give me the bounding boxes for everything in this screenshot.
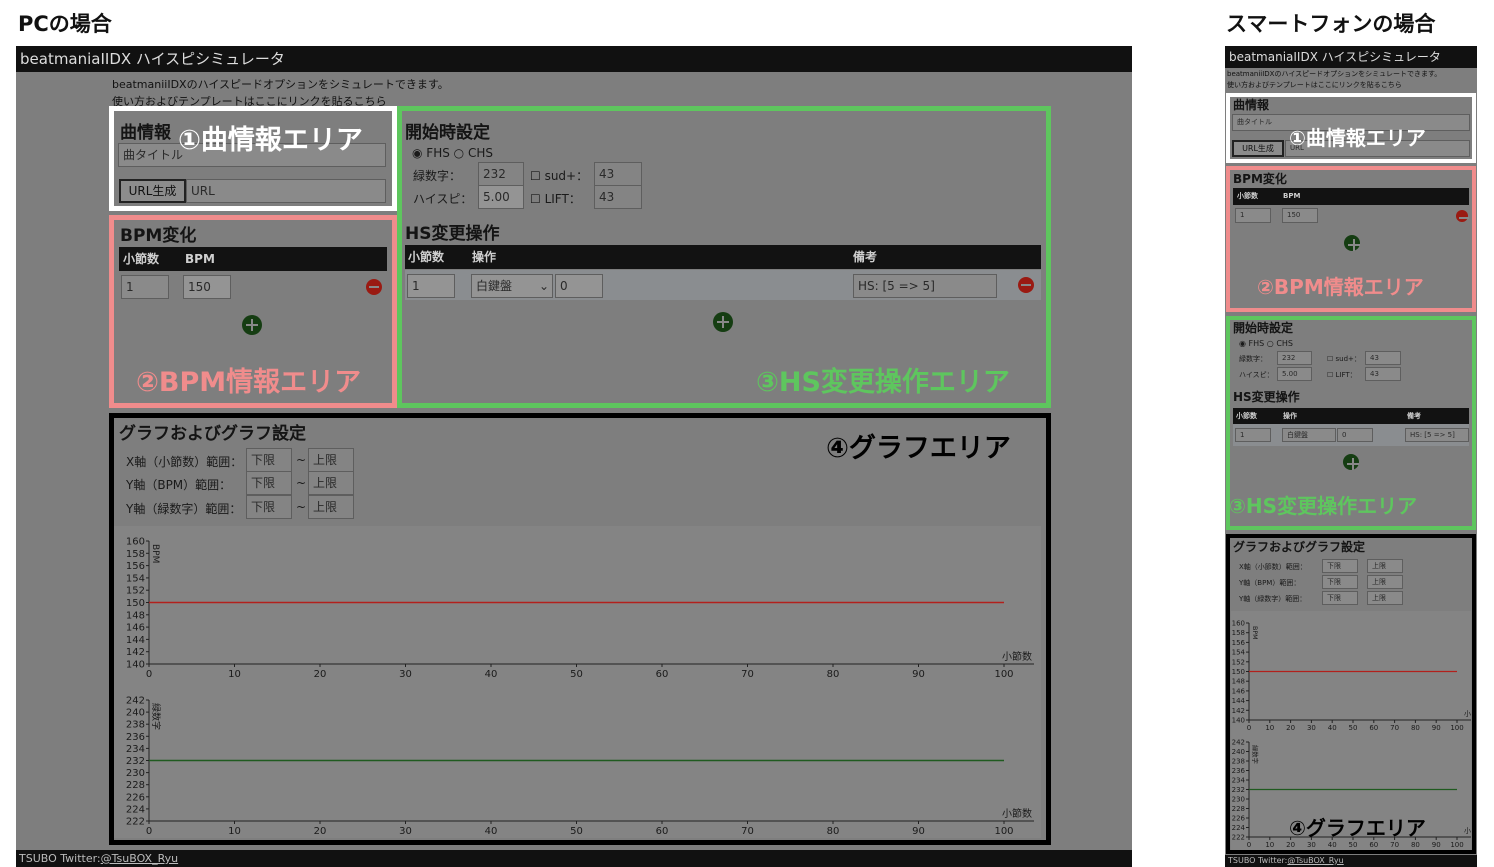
sp-intro-text: beatmaniiIDXのハイスピードオプションをシミュレートできます。 使い方… [1227, 69, 1441, 91]
footer: TSUBO Twitter:@TsuBOX_Ryu [16, 850, 1132, 867]
sp-label-hs-change-area: ③HS変更操作エリア [1229, 494, 1418, 518]
intro-text: beatmaniiIDXのハイスピードオプションをシミュレートできます。 使い方… [112, 76, 449, 110]
sp-footer: TSUBO Twitter:@TsuBOX_Ryu [1225, 855, 1477, 867]
pc-screenshot: beatmaniaIIDX ハイスピシミュレータ beatmaniiIDXのハイ… [16, 46, 1132, 867]
intro-line-1: beatmaniiIDXのハイスピードオプションをシミュレートできます。 [112, 78, 449, 91]
smartphone-screenshot: beatmaniaIIDX ハイスピシミュレータ beatmaniiIDXのハイ… [1225, 46, 1477, 867]
sp-intro-line-1: beatmaniiIDXのハイスピードオプションをシミュレートできます。 [1227, 70, 1442, 78]
sp-footer-twitter-link[interactable]: @TsuBOX_Ryu [1287, 856, 1343, 865]
sp-label-song-info-area: ①曲情報エリア [1289, 126, 1426, 150]
sp-label-bpm-area: ②BPM情報エリア [1257, 275, 1424, 299]
sp-region-graph [1226, 534, 1476, 854]
sp-intro-help-link[interactable]: 使い方およびテンプレートはここにリンクを貼るこちら [1227, 80, 1441, 91]
footer-twitter-link[interactable]: @TsuBOX_Ryu [101, 852, 178, 865]
label-graph-area: ④グラフエリア [826, 433, 1011, 464]
app-title-bar: beatmaniaIIDX ハイスピシミュレータ [16, 46, 1132, 72]
pc-caption: PCの場合 [18, 12, 112, 36]
sp-footer-prefix: TSUBO Twitter: [1228, 856, 1288, 865]
region-graph [109, 413, 1051, 845]
footer-prefix: TSUBO Twitter: [19, 852, 101, 865]
label-bpm-area: ②BPM情報エリア [136, 367, 362, 398]
sp-label-graph-area: ④グラフエリア [1289, 816, 1426, 840]
smartphone-caption: スマートフォンの場合 [1226, 12, 1436, 36]
label-hs-change-area: ③HS変更操作エリア [756, 367, 1010, 398]
sp-app-title-bar: beatmaniaIIDX ハイスピシミュレータ [1225, 46, 1477, 68]
label-song-info-area: ①曲情報エリア [178, 125, 363, 156]
